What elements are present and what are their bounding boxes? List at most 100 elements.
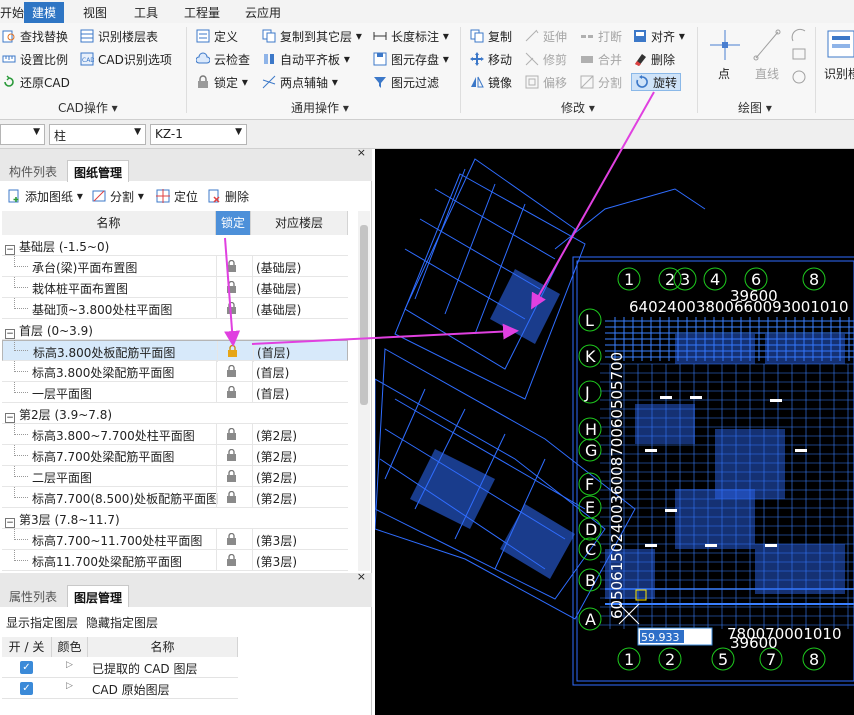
save-element-button[interactable]: 图元存盘 ▾ — [373, 50, 449, 68]
drawing-row[interactable]: 标高11.700处梁配筋平面图 (第3层) — [2, 550, 348, 571]
menu-view[interactable]: 视图 — [83, 4, 107, 21]
two-point-axis-button[interactable]: 两点辅轴 ▾ — [262, 73, 338, 91]
drawing-row[interactable]: 一层平面图 (首层) — [2, 382, 348, 403]
scrollbar-thumb[interactable] — [360, 225, 368, 405]
split-drawing-button[interactable]: 分割 ▾ — [92, 187, 144, 205]
arc-tools-icon[interactable] — [790, 27, 808, 87]
copy-to-floor-button[interactable]: 复制到其它层 ▾ — [262, 27, 362, 45]
split-button[interactable]: 分割 — [580, 73, 622, 91]
close-icon[interactable]: × — [357, 146, 366, 159]
layer-row[interactable]: ✓ ▷ 已提取的 CAD 图层 — [2, 657, 238, 678]
lock-icon[interactable] — [226, 281, 237, 293]
lock-icon[interactable] — [226, 470, 237, 482]
menu-tools[interactable]: 工具 — [134, 4, 158, 21]
drawing-row[interactable]: 标高7.700(8.500)处板配筋平面图 (第2层) — [2, 487, 348, 508]
floor-group-row[interactable]: − 第2层 (3.9~7.8) — [2, 403, 348, 424]
scrollbar[interactable] — [358, 211, 370, 571]
merge-button[interactable]: 合并 — [580, 50, 622, 68]
tab-component-list[interactable]: 构件列表 — [3, 160, 63, 182]
mirror-button[interactable]: 镜像 — [470, 73, 512, 91]
menu-modeling[interactable]: 建模 — [24, 2, 65, 23]
drawing-canvas[interactable]: 123468 12578 LKJHGFEDCBA 640240038006600… — [375, 149, 854, 715]
hide-layer-button[interactable]: 隐藏指定图层 — [86, 614, 158, 631]
set-scale-button[interactable]: 设置比例 — [2, 50, 68, 68]
drawing-row[interactable]: 标高7.700处梁配筋平面图 (第2层) — [2, 445, 348, 466]
layer-checkbox[interactable]: ✓ — [20, 661, 33, 674]
close-icon[interactable]: × — [357, 570, 366, 583]
element-filter-button[interactable]: 图元过滤 — [373, 73, 439, 91]
lock-button[interactable]: 锁定 ▾ — [196, 73, 248, 91]
cad-drawing[interactable]: 123468 12578 LKJHGFEDCBA 640240038006600… — [375, 149, 854, 715]
name-select[interactable]: KZ-1 ▼ — [150, 124, 247, 145]
type-select[interactable]: ▼ — [0, 124, 45, 145]
align-button[interactable]: 对齐 ▾ — [633, 27, 685, 45]
find-replace-button[interactable]: 查找替换 — [2, 27, 68, 45]
recognize-icon[interactable] — [826, 29, 854, 59]
point-tool-icon[interactable] — [708, 28, 742, 62]
component-select[interactable]: 柱 ▼ — [49, 124, 146, 145]
lock-icon[interactable] — [227, 345, 238, 357]
length-dimension-button[interactable]: 长度标注 ▾ — [373, 27, 449, 45]
lock-icon[interactable] — [226, 428, 237, 440]
drawing-row[interactable]: 承台(梁)平面布置图 (基础层) — [2, 256, 348, 277]
offset-button[interactable]: 偏移 — [525, 73, 567, 91]
collapse-icon[interactable]: − — [5, 518, 15, 528]
add-drawing-button[interactable]: 添加图纸 ▾ — [7, 187, 83, 205]
lock-icon[interactable] — [226, 365, 237, 377]
show-layer-button[interactable]: 显示指定图层 — [6, 614, 78, 631]
column-name[interactable]: 名称 — [2, 211, 216, 235]
lock-icon[interactable] — [226, 449, 237, 461]
define-button[interactable]: 定义 — [196, 27, 238, 45]
cad-options-button[interactable]: CAD CAD识别选项 — [80, 50, 172, 68]
lock-icon[interactable] — [226, 302, 237, 314]
locate-icon — [156, 189, 170, 203]
menu-quantity[interactable]: 工程量 — [184, 4, 220, 21]
column-floor[interactable]: 对应楼层 — [251, 211, 348, 235]
lock-icon[interactable] — [226, 533, 237, 545]
expand-icon[interactable]: ▷ — [66, 660, 73, 670]
lock-icon[interactable] — [226, 554, 237, 566]
collapse-icon[interactable]: − — [5, 413, 15, 423]
drawing-row[interactable]: 标高3.800~7.700处柱平面图 (第2层) — [2, 424, 348, 445]
tab-layer-management[interactable]: 图层管理 — [67, 585, 130, 607]
drawing-row[interactable]: 标高7.700~11.700处柱平面图 (第3层) — [2, 529, 348, 550]
layer-row[interactable]: ✓ ▷ CAD 原始图层 — [2, 678, 238, 699]
column-toggle[interactable]: 开 / 关 — [2, 637, 52, 657]
column-layer-name[interactable]: 名称 — [88, 637, 238, 657]
column-lock[interactable]: 锁定 — [216, 211, 251, 235]
copy-button[interactable]: 复制 — [470, 27, 512, 45]
collapse-icon[interactable]: − — [5, 245, 15, 255]
break-button[interactable]: 打断 — [580, 27, 622, 45]
drawing-row[interactable]: 二层平面图 (第2层) — [2, 466, 348, 487]
collapse-icon[interactable]: − — [5, 329, 15, 339]
column-color[interactable]: 颜色 — [52, 637, 88, 657]
tab-drawing-management[interactable]: 图纸管理 — [67, 160, 130, 182]
menu-cloud[interactable]: 云应用 — [245, 4, 281, 21]
delete-drawing-button[interactable]: 删除 — [207, 187, 249, 205]
identify-floor-table-button[interactable]: 识别楼层表 — [80, 27, 158, 45]
lock-icon[interactable] — [226, 386, 237, 398]
cloud-check-button[interactable]: 云检查 — [195, 50, 250, 68]
move-button[interactable]: 移动 — [470, 50, 512, 68]
tab-property-list[interactable]: 属性列表 — [3, 585, 63, 607]
drawing-row[interactable]: 标高3.800处板配筋平面图 (首层) — [2, 340, 348, 362]
menu-start[interactable]: 开始 — [0, 4, 24, 21]
drawing-row[interactable]: 标高3.800处梁配筋平面图 (首层) — [2, 361, 348, 382]
floor-group-row[interactable]: − 基础层 (-1.5~0) — [2, 235, 348, 256]
locate-button[interactable]: 定位 — [156, 187, 198, 205]
lock-icon[interactable] — [226, 491, 237, 503]
layer-checkbox[interactable]: ✓ — [20, 682, 33, 695]
expand-icon[interactable]: ▷ — [66, 681, 73, 691]
floor-group-row[interactable]: − 第3层 (7.8~11.7) — [2, 508, 348, 529]
trim-button[interactable]: 修剪 — [525, 50, 567, 68]
rotate-button[interactable]: 旋转 — [631, 73, 682, 91]
delete-button[interactable]: 删除 — [633, 50, 675, 68]
extend-button[interactable]: 延伸 — [525, 27, 567, 45]
auto-align-slab-button[interactable]: 自动平齐板 ▾ — [262, 50, 350, 68]
drawing-row[interactable]: 栽体桩平面布置图 (基础层) — [2, 277, 348, 298]
line-tool-icon[interactable] — [752, 28, 782, 62]
lock-icon[interactable] — [226, 260, 237, 272]
drawing-row[interactable]: 基础顶~3.800处柱平面图 (基础层) — [2, 298, 348, 319]
floor-group-row[interactable]: − 首层 (0~3.9) — [2, 319, 348, 340]
restore-cad-button[interactable]: 还原CAD — [2, 73, 70, 91]
